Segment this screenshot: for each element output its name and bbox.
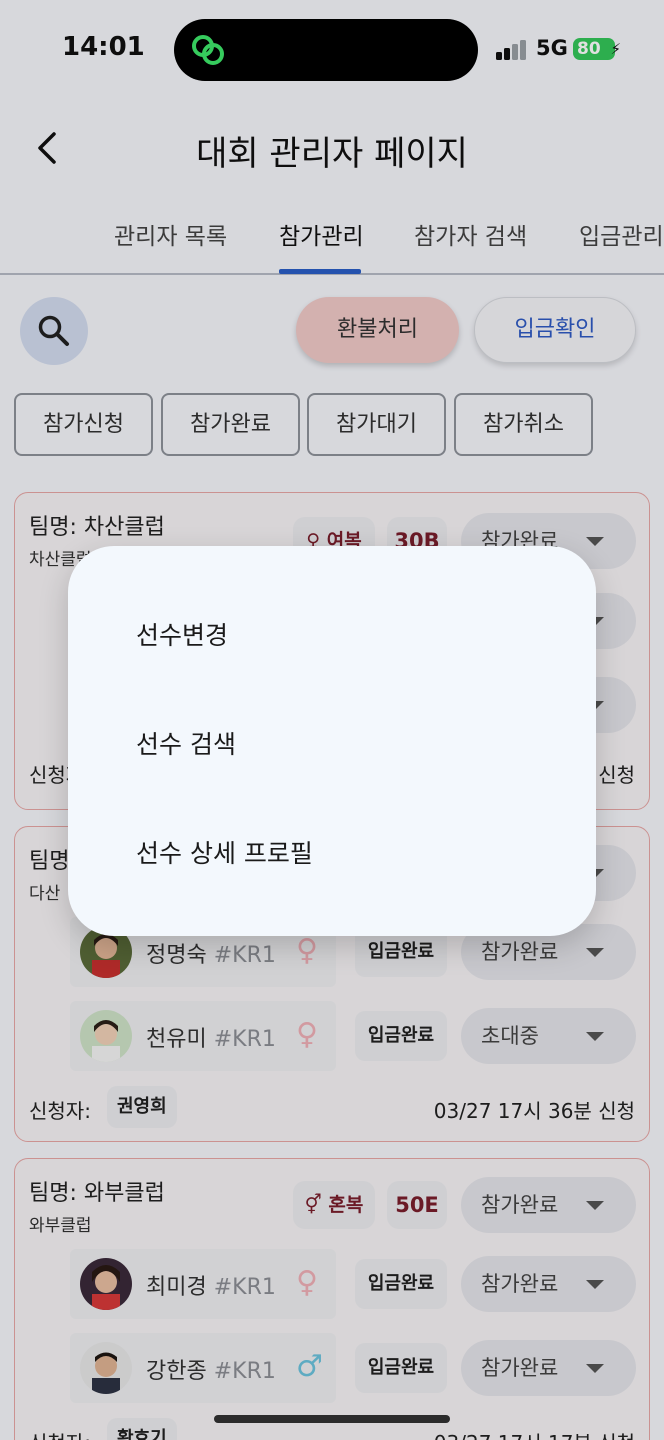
menu-item-change-player[interactable]: 선수변경 — [136, 616, 228, 652]
home-indicator[interactable] — [214, 1415, 450, 1423]
menu-item-player-profile[interactable]: 선수 상세 프로필 — [136, 834, 313, 870]
player-action-menu: 선수변경 선수 검색 선수 상세 프로필 — [68, 546, 596, 936]
menu-item-search-player[interactable]: 선수 검색 — [136, 725, 236, 761]
